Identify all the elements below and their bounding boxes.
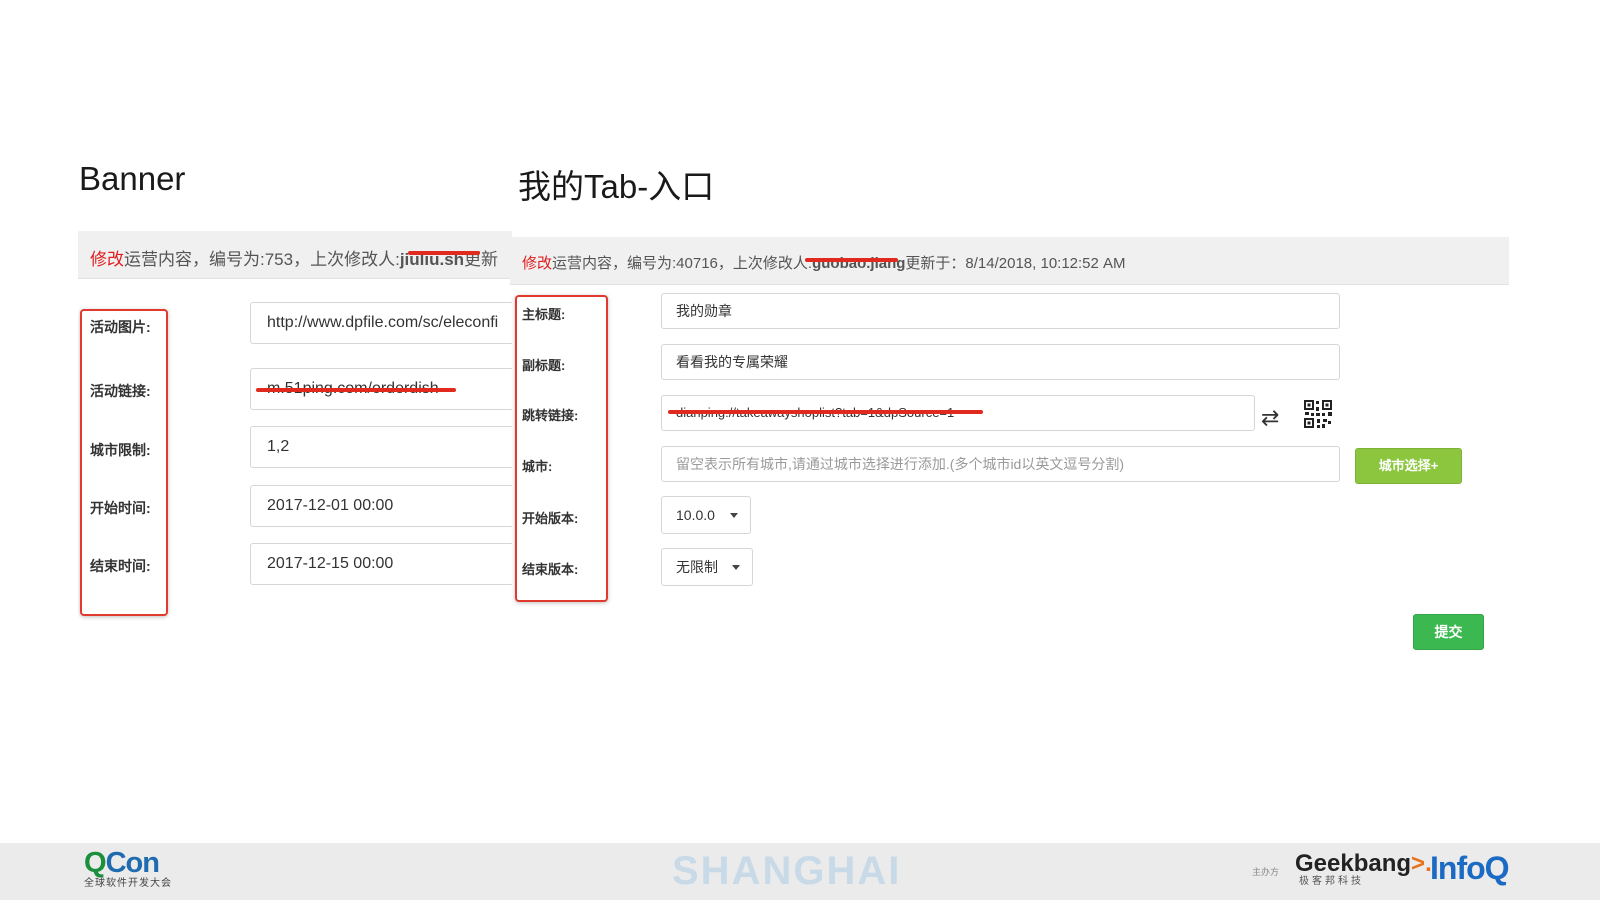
city-name: SHANGHAI — [672, 849, 902, 893]
content-id-text: 运营内容，编号为:753，上次修改人: — [124, 250, 400, 269]
city-input[interactable]: 留空表示所有城市,请通过城市选择进行添加.(多个城市id以英文逗号分割) — [661, 446, 1340, 482]
label-highlight-box — [515, 295, 608, 602]
my-tab-config-panel: 修改运营内容，编号为:40716，上次修改人:guobao.jiang更新于：8… — [510, 231, 1509, 651]
end-version-value: 无限制 — [676, 559, 718, 575]
chevron-down-icon — [732, 565, 740, 570]
field-label-start-time: 开始时间: — [90, 500, 151, 516]
geekbang-logo: Geekbang>. 极客邦科技 — [1295, 851, 1432, 887]
end-time-input[interactable]: 2017-12-15 00:00 — [250, 543, 512, 585]
infoq-logo: InfoQ — [1430, 850, 1510, 886]
modify-link[interactable]: 修改 — [90, 250, 124, 269]
submit-button[interactable]: 提交 — [1413, 614, 1484, 650]
field-label-sub-title: 副标题: — [522, 358, 566, 373]
qcon-con: Con — [105, 847, 160, 879]
field-label-link: 跳转链接: — [522, 408, 579, 423]
city-select-button[interactable]: 城市选择+ — [1355, 448, 1462, 484]
field-label-image: 活动图片: — [90, 319, 151, 335]
geekbang-subtitle: 极客邦科技 — [1299, 876, 1364, 887]
chevron-down-icon — [730, 513, 738, 518]
sub-title-input[interactable]: 看看我的专属荣耀 — [661, 344, 1340, 380]
field-label-main-title: 主标题: — [522, 307, 566, 322]
organizer-label: 主办方 — [1252, 867, 1280, 877]
banner-header-text: 修改运营内容，编号为:753，上次修改人:jiuliu.sh更新 — [90, 245, 498, 270]
start-version-value: 10.0.0 — [676, 507, 715, 523]
field-label-end-time: 结束时间: — [90, 558, 151, 574]
end-version-select[interactable]: 无限制 — [661, 548, 753, 586]
banner-panel-header: 修改运营内容，编号为:753，上次修改人:jiuliu.sh更新 — [78, 231, 512, 279]
redaction-strike — [408, 251, 480, 255]
content-id-text: 运营内容，编号为:40716，上次修改人: — [552, 255, 813, 272]
modify-link[interactable]: 修改 — [522, 255, 552, 272]
redaction-strike — [668, 410, 983, 414]
redaction-strike — [805, 258, 898, 262]
field-label-end-version: 结束版本: — [522, 562, 579, 577]
slide-title-banner: Banner — [79, 160, 186, 197]
image-url-input[interactable]: http://www.dpfile.com/sc/eleconfi — [250, 302, 512, 344]
qcon-q: Q — [84, 847, 107, 879]
qr-code-icon[interactable] — [1303, 399, 1333, 429]
swap-icon[interactable]: ⇄ — [1261, 405, 1279, 431]
start-time-input[interactable]: 2017-12-01 00:00 — [250, 485, 512, 527]
field-label-city: 城市限制: — [90, 442, 151, 458]
updated-time-text: 更新于：8/14/2018, 10:12:52 AM — [905, 255, 1126, 272]
city-limit-input[interactable]: 1,2 — [250, 426, 512, 468]
slide-title-my-tab-entry: 我的Tab-入口 — [518, 168, 715, 205]
start-version-select[interactable]: 10.0.0 — [661, 496, 751, 534]
banner-config-panel: 修改运营内容，编号为:753，上次修改人:jiuliu.sh更新 活动图片: 活… — [78, 231, 512, 631]
geekbang-arrow: >. — [1411, 850, 1432, 877]
tab-header-text: 修改运营内容，编号为:40716，上次修改人:guobao.jiang更新于：8… — [522, 252, 1126, 273]
qcon-subtitle: 全球软件开发大会 — [84, 878, 172, 889]
geekbang-text: Geekbang — [1295, 850, 1412, 877]
redaction-strike — [256, 388, 456, 392]
field-label-link: 活动链接: — [90, 383, 151, 399]
tab-panel-header: 修改运营内容，编号为:40716，上次修改人:guobao.jiang更新于：8… — [510, 237, 1509, 285]
field-label-start-version: 开始版本: — [522, 511, 579, 526]
slide-footer: QCon 全球软件开发大会 SHANGHAI 主办方 Geekbang>. 极客… — [0, 843, 1600, 900]
main-title-input[interactable]: 我的勋章 — [661, 293, 1340, 329]
field-label-city: 城市: — [522, 459, 553, 474]
qcon-logo: QCon 全球软件开发大会 — [84, 848, 172, 890]
